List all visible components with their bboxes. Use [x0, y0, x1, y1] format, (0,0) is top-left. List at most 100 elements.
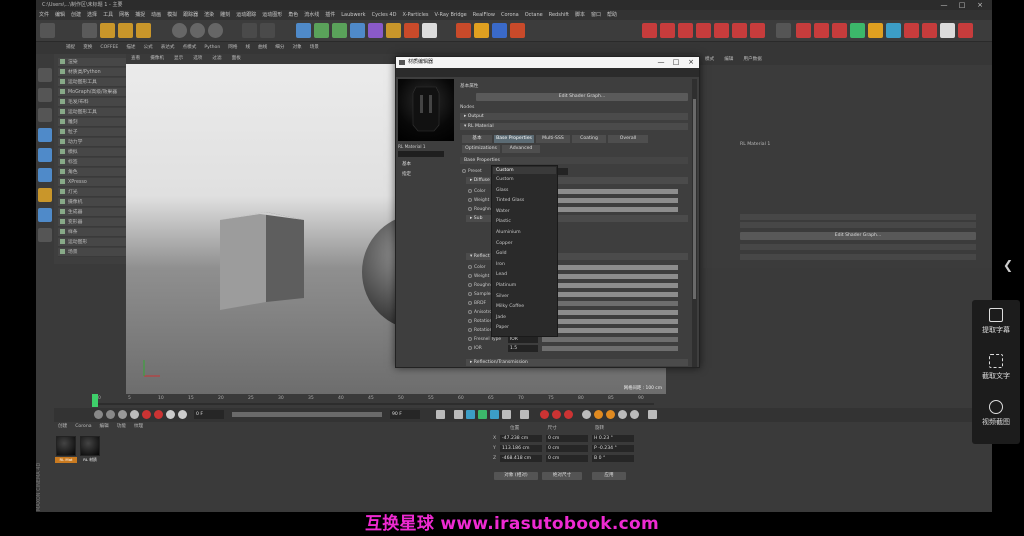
keyframe-dot[interactable]	[468, 318, 472, 323]
close-button[interactable]: ×	[972, 0, 988, 10]
key-icon-1[interactable]	[94, 410, 103, 419]
viewport-menu-item[interactable]: 过滤	[207, 56, 226, 61]
octane-icon-5[interactable]	[714, 23, 729, 38]
menu-item[interactable]: 窗口	[588, 10, 604, 20]
toolbar2-item[interactable]: 场景	[306, 42, 323, 54]
material-side-tab-assign[interactable]: 指定	[402, 171, 442, 178]
coord-position-field[interactable]: -47.238 cm	[500, 435, 542, 442]
preset-option[interactable]: Custom	[495, 175, 555, 185]
toolbar2-item[interactable]: COFFEE	[96, 42, 122, 54]
autokey-icon-1[interactable]	[540, 410, 549, 419]
keyframe-dot[interactable]	[468, 327, 472, 332]
dialog-scrollbar[interactable]	[692, 79, 697, 367]
redshift-icon-3[interactable]	[832, 23, 847, 38]
deformer-icon[interactable]	[368, 23, 383, 38]
maximize-button[interactable]: □	[954, 0, 970, 10]
toolbar2-item[interactable]: 变换	[79, 42, 96, 54]
preset-dropdown[interactable]: Custom Custom Glass Tinted Glass Water Plast…	[491, 165, 558, 337]
nurbs-icon[interactable]	[332, 23, 347, 38]
preset-option[interactable]: Platinum	[495, 281, 555, 291]
menu-item[interactable]: Corona	[498, 10, 522, 20]
preset-option[interactable]: Silver	[495, 292, 555, 302]
rl-material-section[interactable]: ▾ RL Material	[460, 123, 688, 130]
z-axis-icon[interactable]	[208, 23, 223, 38]
attribute-tab[interactable]: 模式	[700, 57, 719, 62]
viewport-menu-item[interactable]: 查看	[126, 56, 145, 61]
material-menu-item[interactable]: Corona	[71, 424, 95, 429]
octane-icon-2[interactable]	[660, 23, 675, 38]
preset-option[interactable]: Tinted Glass	[495, 196, 555, 206]
toolbar2-item[interactable]: 细分	[271, 42, 288, 54]
coord-rotation-field[interactable]: H 0.23 °	[592, 435, 634, 442]
preset-option[interactable]: Jade	[495, 313, 555, 323]
material-thumbnail-2[interactable]	[80, 436, 100, 456]
toolbar2-item[interactable]: 线	[241, 42, 254, 54]
property-tab[interactable]: Multi-SSS	[536, 135, 570, 143]
timeline-menu-icon[interactable]	[648, 410, 657, 419]
keyframe-dot[interactable]	[468, 188, 472, 193]
next-frame-icon[interactable]	[490, 410, 499, 419]
property-value[interactable]: 1.5	[508, 345, 538, 352]
material-menu-item[interactable]: 编辑	[96, 424, 113, 429]
edges-mode-icon[interactable]	[38, 148, 52, 162]
toolbar2-item[interactable]: 描述	[122, 42, 139, 54]
property-slider[interactable]	[542, 337, 678, 342]
toolbar2-item[interactable]: 曲线	[254, 42, 271, 54]
redshift-icon-7[interactable]	[904, 23, 919, 38]
viewport-menu-item[interactable]: 显示	[169, 56, 188, 61]
coord-size-field[interactable]: 0 cm	[546, 455, 588, 462]
scale-icon[interactable]	[118, 23, 133, 38]
timeline-ruler[interactable]: 0 5 10 15 20 25 30 35 40 45 50 55 60 65 70 75 80 85 90	[54, 394, 666, 408]
menu-item[interactable]: 运动跟踪	[233, 10, 259, 20]
menu-item[interactable]: V-Ray Bridge	[432, 10, 470, 20]
coord-scale-select[interactable]: 绝对尺寸	[542, 472, 582, 480]
model-mode-icon[interactable]	[38, 68, 52, 82]
go-end-icon[interactable]	[520, 410, 529, 419]
material-name-field[interactable]	[398, 151, 444, 157]
pla-key-icon[interactable]	[630, 410, 639, 419]
dialog-minimize-button[interactable]: —	[654, 57, 668, 68]
redshift-icon-6[interactable]	[886, 23, 901, 38]
keyframe-dot[interactable]	[468, 206, 472, 211]
render-view-icon[interactable]	[242, 23, 257, 38]
toolbar2-item[interactable]: Python	[200, 42, 224, 54]
y-axis-icon[interactable]	[190, 23, 205, 38]
keyframe-dot[interactable]	[468, 197, 472, 202]
octane-icon-6[interactable]	[732, 23, 747, 38]
attribute-tab[interactable]: 用户数据	[738, 57, 766, 62]
play-icon[interactable]	[478, 410, 487, 419]
timeline-playhead[interactable]	[92, 394, 98, 407]
snap-icon[interactable]	[38, 208, 52, 222]
viewport-menu-item[interactable]: 选项	[188, 56, 207, 61]
preset-option[interactable]: Gold	[495, 249, 555, 259]
move-icon[interactable]	[100, 23, 115, 38]
coord-position-field[interactable]: -468.418 cm	[500, 455, 542, 462]
rotate-key-icon[interactable]	[606, 410, 615, 419]
prev-key-icon[interactable]	[454, 410, 463, 419]
viewport-menu-item[interactable]: 面板	[227, 56, 246, 61]
frame-range-slider[interactable]	[232, 412, 382, 417]
material-menu-item[interactable]: 纹理	[130, 424, 147, 429]
polygons-mode-icon[interactable]	[38, 168, 52, 182]
property-tab[interactable]: 基本	[462, 135, 492, 143]
octane-icon-3[interactable]	[678, 23, 693, 38]
preset-option[interactable]: Plastic	[495, 217, 555, 227]
edit-shader-graph-button[interactable]: Edit Shader Graph...	[476, 93, 688, 101]
property-tab-secondary[interactable]: Optimizations	[462, 145, 500, 153]
property-tab[interactable]: Overall	[608, 135, 648, 143]
x-axis-icon[interactable]	[172, 23, 187, 38]
menu-item[interactable]: X-Particles	[399, 10, 431, 20]
keyframe-dot[interactable]	[468, 264, 472, 269]
dialog-close-button[interactable]: ×	[684, 57, 698, 68]
light-icon[interactable]	[422, 23, 437, 38]
toolbar2-item[interactable]: 对象	[288, 42, 305, 54]
rotate-icon[interactable]	[136, 23, 151, 38]
cube-icon[interactable]	[296, 23, 311, 38]
toolbar2-item[interactable]: 表达式	[157, 42, 179, 54]
plugin-icon-4[interactable]	[510, 23, 525, 38]
texture-mode-icon[interactable]	[38, 88, 52, 102]
coord-size-field[interactable]: 0 cm	[546, 445, 588, 452]
toolbar2-item[interactable]: 网格	[224, 42, 241, 54]
scene-icon[interactable]	[386, 23, 401, 38]
material-menu-item[interactable]: 功能	[113, 424, 130, 429]
